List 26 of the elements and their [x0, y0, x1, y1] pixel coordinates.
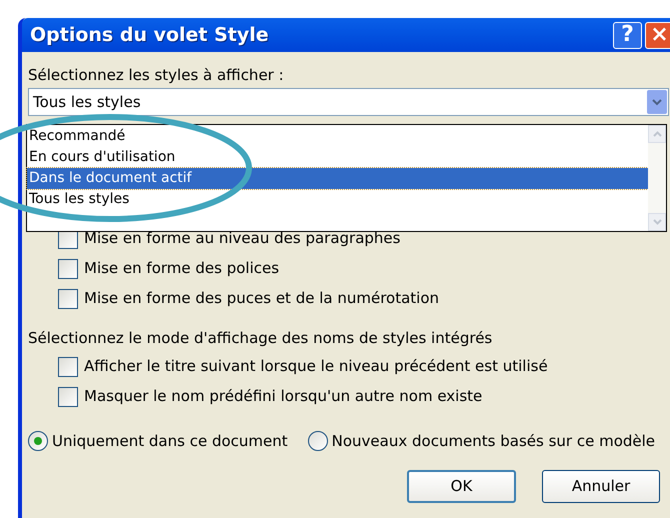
cancel-button[interactable]: Annuler [542, 470, 660, 502]
radio-label: Uniquement dans ce document [52, 431, 288, 452]
style-dropdown[interactable]: Tous les styles [28, 88, 669, 116]
checkbox-label: Mise en forme des polices [84, 258, 280, 280]
dropdown-value: Tous les styles [33, 92, 142, 113]
dropdown-option[interactable]: Tous les styles [27, 189, 648, 210]
close-button[interactable]: × [645, 22, 670, 48]
dropdown-option[interactable]: Recommandé [27, 126, 648, 147]
checkbox[interactable] [58, 386, 78, 406]
checkbox-label: Mise en forme des puces et de la numérotation [84, 288, 440, 310]
ok-button[interactable]: OK [407, 470, 516, 502]
radio-button[interactable] [28, 431, 48, 452]
dropdown-option[interactable]: Dans le document actif [27, 168, 648, 189]
checkbox[interactable] [58, 288, 78, 308]
checkbox[interactable] [58, 258, 78, 278]
checkbox[interactable] [58, 356, 78, 376]
checkbox-label: Masquer le nom prédéfini lorsqu'un autre nom existe [84, 386, 482, 408]
section-label: Sélectionnez le mode d'affichage des noms de styles intégrés [28, 329, 494, 347]
section-label: Sélectionnez les styles à afficher : [28, 66, 285, 84]
radio-button[interactable] [308, 431, 328, 452]
dropdown-option[interactable]: En cours d'utilisation [27, 147, 648, 168]
radio-label: Nouveaux documents basés sur ce modèle [332, 431, 656, 452]
window-title: Options du volet Style [30, 22, 269, 48]
help-button[interactable]: ? [613, 22, 642, 48]
checkbox-label: Afficher le titre suivant lorsque le niveau précédent est utilisé [84, 356, 548, 378]
checkbox-label: Mise en forme au niveau des paragraphes [84, 228, 400, 250]
